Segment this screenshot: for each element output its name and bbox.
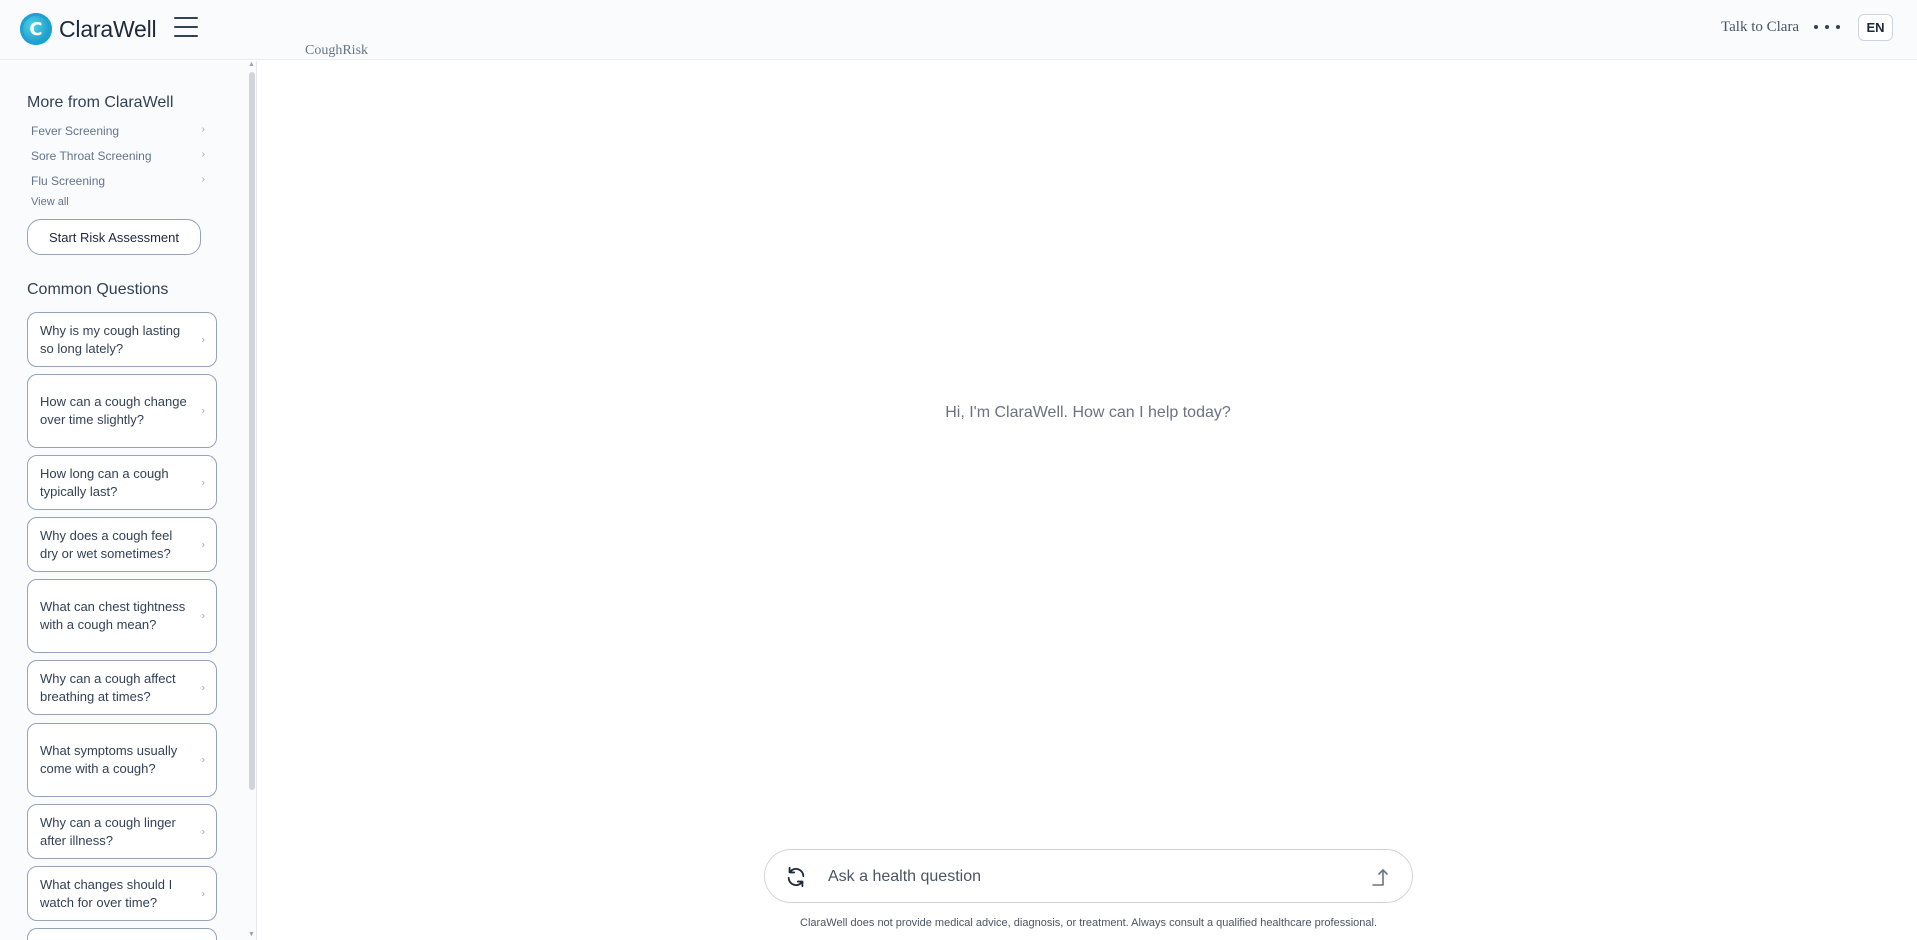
chevron-right-icon: › (201, 754, 205, 766)
breadcrumb[interactable]: CoughRisk (305, 43, 368, 59)
start-risk-assessment-button[interactable]: Start Risk Assessment (27, 219, 201, 255)
chevron-right-icon: › (201, 682, 205, 693)
sidebar-scroll-thumb[interactable] (249, 72, 255, 790)
question-card[interactable]: What symptoms usually come with a cough?… (27, 723, 217, 797)
sidebar: More from ClaraWell Fever Screening › So… (0, 61, 257, 940)
chevron-right-icon: › (201, 477, 205, 488)
language-selector[interactable]: EN (1858, 14, 1893, 41)
scroll-down-arrow-icon[interactable]: ▼ (248, 931, 255, 938)
question-card[interactable]: Why can a cough affect breathing at time… (27, 660, 217, 715)
hamburger-menu-icon[interactable] (174, 17, 198, 41)
common-questions-title: Common Questions (27, 281, 169, 298)
question-text: Why can a cough affect breathing at time… (40, 670, 176, 704)
question-text: Why does a cough feel dry or wet sometim… (40, 527, 173, 561)
refresh-icon[interactable] (785, 866, 807, 888)
question-text: What changes should I watch for over tim… (40, 876, 173, 910)
chevron-right-icon: › (201, 124, 205, 135)
question-text: Why is my cough lasting so long lately? (40, 322, 181, 356)
sidebar-item-flu-screening[interactable]: Flu Screening › (31, 174, 205, 188)
chevron-right-icon: › (201, 539, 205, 550)
chevron-right-icon: › (201, 174, 205, 185)
question-card[interactable]: What can chest tightness with a cough me… (27, 579, 217, 653)
question-card-partial[interactable] (27, 928, 217, 940)
talk-to-clara-link[interactable]: Talk to Clara (1721, 19, 1799, 36)
question-text: How can a cough change over time slightl… (40, 394, 187, 427)
chevron-right-icon: › (201, 149, 205, 160)
question-card[interactable]: Why is my cough lasting so long lately? … (27, 312, 217, 367)
disclaimer-text: ClaraWell does not provide medical advic… (800, 917, 1377, 929)
ask-input[interactable] (828, 863, 1348, 891)
send-arrow-icon[interactable] (1368, 865, 1392, 889)
sidebar-item-label: Flu Screening (31, 174, 106, 188)
question-text: Why can a cough linger after illness? (40, 814, 176, 848)
chevron-right-icon: › (201, 888, 205, 899)
chevron-right-icon: › (201, 610, 205, 622)
greeting-message: Hi, I'm ClaraWell. How can I help today? (945, 404, 1231, 421)
brand-logo[interactable]: C ClaraWell (20, 13, 157, 45)
chat-composer (764, 849, 1413, 903)
brand-name: ClaraWell (59, 15, 157, 42)
question-card[interactable]: Why can a cough linger after illness? › (27, 804, 217, 859)
top-header: C ClaraWell CoughRisk Talk to Clara EN (0, 0, 1917, 60)
chevron-right-icon: › (201, 826, 205, 837)
question-text: What can chest tightness with a cough me… (40, 599, 186, 632)
more-dots-icon[interactable] (1814, 17, 1840, 37)
sidebar-item-fever-screening[interactable]: Fever Screening › (31, 124, 205, 138)
scroll-up-arrow-icon[interactable]: ▲ (248, 61, 255, 68)
logo-letter: C (29, 18, 43, 40)
sidebar-item-label: Sore Throat Screening (31, 149, 152, 163)
logo-mark-icon: C (20, 13, 52, 45)
question-card[interactable]: What changes should I watch for over tim… (27, 866, 217, 921)
question-text: What symptoms usually come with a cough? (40, 743, 178, 776)
sidebar-item-sore-throat-screening[interactable]: Sore Throat Screening › (31, 149, 205, 163)
chevron-right-icon: › (201, 334, 205, 345)
question-card[interactable]: Why does a cough feel dry or wet sometim… (27, 517, 217, 572)
question-text: How long can a cough typically last? (40, 465, 169, 499)
sidebar-item-label: Fever Screening (31, 124, 120, 138)
chevron-right-icon: › (201, 405, 205, 417)
view-all-link[interactable]: View all (31, 196, 69, 208)
more-section-title: More from ClaraWell (27, 94, 174, 111)
question-card[interactable]: How can a cough change over time slightl… (27, 374, 217, 448)
question-card[interactable]: How long can a cough typically last? › (27, 455, 217, 510)
